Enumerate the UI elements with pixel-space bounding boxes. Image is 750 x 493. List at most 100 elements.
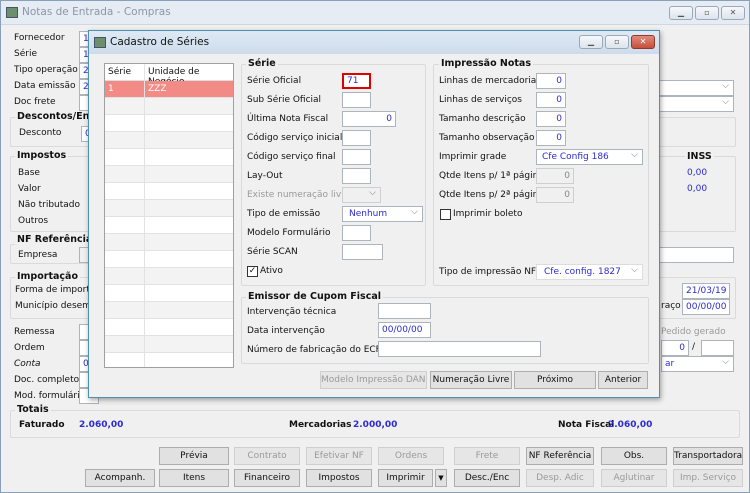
dialog-minimize-button[interactable]: ▁ bbox=[579, 35, 603, 49]
data-intervencao-label: Data intervenção bbox=[247, 326, 325, 336]
sub-serie-input[interactable] bbox=[342, 92, 371, 108]
close-button[interactable]: ✕ bbox=[721, 6, 745, 20]
sub-serie-label: Sub Série Oficial bbox=[247, 95, 322, 105]
serie-oficial-input[interactable]: 71 bbox=[342, 73, 371, 89]
list-row-empty[interactable] bbox=[105, 166, 233, 183]
pedido-gerado-input-2[interactable] bbox=[701, 340, 734, 356]
list-row-empty[interactable] bbox=[105, 251, 233, 268]
efetivar-nf-button[interactable]: Efetivar NF bbox=[306, 447, 372, 465]
layout-input[interactable] bbox=[342, 168, 371, 184]
imprimir-button[interactable]: Imprimir bbox=[378, 469, 433, 487]
intervencao-tecnica-label: Intervenção técnica bbox=[247, 307, 337, 317]
qtde-itens-1-input[interactable]: 0 bbox=[536, 168, 574, 184]
list-row-empty[interactable] bbox=[105, 183, 233, 200]
faturado-value: 2.060,00 bbox=[79, 420, 124, 430]
linhas-mercadorias-input[interactable]: 0 bbox=[536, 73, 566, 89]
obs-button[interactable]: Obs. bbox=[601, 447, 667, 465]
serie-scan-input[interactable] bbox=[342, 244, 383, 260]
list-row-empty[interactable] bbox=[105, 353, 233, 367]
nao-tributado-label: Não tributado bbox=[18, 200, 81, 210]
empresa-label: Empresa bbox=[18, 250, 58, 260]
dialog-close-button[interactable]: ✕ bbox=[631, 35, 655, 49]
acompanh-button[interactable]: Acompanh. bbox=[85, 469, 155, 487]
data-emissao-label: Data emissão bbox=[14, 81, 76, 91]
doc-frete-label: Doc frete bbox=[14, 97, 56, 107]
list-row-empty[interactable] bbox=[105, 319, 233, 336]
forma-importacao-label: Forma de importação bbox=[15, 285, 93, 295]
main-title-bar: Notas de Entrada - Compras ▁ ▫ ✕ bbox=[1, 1, 749, 25]
aglutinar-button[interactable]: Aglutinar bbox=[601, 469, 667, 487]
list-row-empty[interactable] bbox=[105, 98, 233, 115]
linhas-servicos-label: Linhas de serviços bbox=[439, 95, 522, 105]
itens-button[interactable]: Itens bbox=[159, 469, 229, 487]
numeracao-livre-select[interactable] bbox=[342, 187, 381, 203]
contrato-button[interactable]: Contrato bbox=[234, 447, 300, 465]
dialog-maximize-button[interactable]: ▫ bbox=[605, 35, 629, 49]
anterior-button[interactable]: Anterior bbox=[598, 371, 648, 389]
base-label: Base bbox=[18, 168, 40, 178]
imp-servico-button[interactable]: Imp. Serviço bbox=[673, 469, 743, 487]
importacao-group bbox=[10, 277, 100, 319]
desembaraco-date-input[interactable]: 00/00/00 bbox=[682, 299, 730, 315]
window-title: Notas de Entrada - Compras bbox=[22, 6, 171, 18]
tamanho-descricao-input[interactable]: 0 bbox=[536, 111, 566, 127]
impostos-button[interactable]: Impostos bbox=[306, 469, 372, 487]
pedido-gerado-label: Pedido gerado bbox=[661, 327, 726, 337]
ultima-nf-input[interactable]: 0 bbox=[342, 111, 396, 127]
tamanho-descricao-label: Tamanho descrição bbox=[439, 114, 526, 124]
list-row-empty[interactable] bbox=[105, 268, 233, 285]
cod-servico-inicial-input[interactable] bbox=[342, 130, 371, 146]
linhas-servicos-input[interactable]: 0 bbox=[536, 92, 566, 108]
cod-servico-final-input[interactable] bbox=[342, 149, 371, 165]
tamanho-observacao-input[interactable]: 0 bbox=[536, 130, 566, 146]
header-serie[interactable]: Série bbox=[108, 67, 131, 77]
tipo-emissao-select[interactable]: Nenhum bbox=[342, 206, 423, 222]
dialog-title: Cadastro de Séries bbox=[110, 36, 210, 48]
ordens-button[interactable]: Ordens bbox=[378, 447, 444, 465]
list-row-empty[interactable] bbox=[105, 234, 233, 251]
list-row-empty[interactable] bbox=[105, 336, 233, 353]
frete-button[interactable]: Frete bbox=[454, 447, 520, 465]
minimize-button[interactable]: ▁ bbox=[669, 6, 693, 20]
tipo-impressao-nfe-select[interactable]: Cfe. config. 1827 bbox=[536, 264, 643, 280]
layout-label: Lay-Out bbox=[247, 171, 283, 181]
data-intervencao-input[interactable]: 00/00/00 bbox=[378, 322, 431, 338]
column-divider bbox=[144, 64, 145, 367]
tipo-emissao-label: Tipo de emissão bbox=[247, 209, 321, 219]
transportadora-button[interactable]: Transportadora bbox=[673, 447, 743, 465]
intervencao-tecnica-input[interactable] bbox=[378, 303, 431, 319]
list-row-empty[interactable] bbox=[105, 217, 233, 234]
list-row-empty[interactable] bbox=[105, 149, 233, 166]
imprimir-boleto-checkbox[interactable] bbox=[440, 209, 451, 220]
imprimir-grade-select[interactable]: Cfe Config 186 bbox=[536, 149, 643, 165]
proximo-button[interactable]: Próximo bbox=[514, 371, 596, 389]
numeracao-livre-button[interactable]: Numeração Livre bbox=[430, 371, 512, 389]
list-row[interactable]: 1 ZZZ bbox=[105, 81, 233, 98]
ativo-checkbox[interactable]: ✓ bbox=[247, 266, 258, 277]
importacao-date-input[interactable]: 21/03/19 bbox=[682, 283, 730, 299]
list-row-empty[interactable] bbox=[105, 132, 233, 149]
list-row-empty[interactable] bbox=[105, 285, 233, 302]
desc-enc-button[interactable]: Desc./Enc bbox=[454, 469, 520, 487]
list-row-empty[interactable] bbox=[105, 302, 233, 319]
nf-referencia-button[interactable]: NF Referência bbox=[526, 447, 594, 465]
imprimir-dropdown-icon[interactable]: ▼ bbox=[435, 469, 447, 487]
modelo-formulario-input[interactable] bbox=[342, 225, 371, 241]
combo-3[interactable]: ar bbox=[661, 356, 734, 372]
nota-fiscal-label: Nota Fiscal bbox=[558, 420, 615, 430]
numero-ecf-input[interactable] bbox=[378, 341, 541, 357]
dialog-title-bar: Cadastro de Séries ▁ ▫ ✕ bbox=[89, 31, 659, 54]
series-list[interactable]: Série Unidade de Negócio 1 ZZZ bbox=[104, 63, 234, 368]
pedido-gerado-input[interactable]: 0 bbox=[661, 340, 689, 356]
qtde-itens-2-input[interactable]: 0 bbox=[536, 187, 574, 203]
modelo-danfe-button[interactable]: Modelo Impressão DANFE bbox=[320, 371, 427, 389]
list-row-empty[interactable] bbox=[105, 115, 233, 132]
list-row-empty[interactable] bbox=[105, 200, 233, 217]
outros-label: Outros bbox=[18, 216, 49, 226]
previa-button[interactable]: Prévia bbox=[159, 447, 229, 465]
maximize-button[interactable]: ▫ bbox=[695, 6, 719, 20]
cod-servico-inicial-label: Código serviço inicial bbox=[247, 133, 343, 143]
financeiro-button[interactable]: Financeiro bbox=[234, 469, 300, 487]
desp-adic-button[interactable]: Desp. Adic bbox=[526, 469, 594, 487]
row-unidade: ZZZ bbox=[148, 84, 167, 94]
